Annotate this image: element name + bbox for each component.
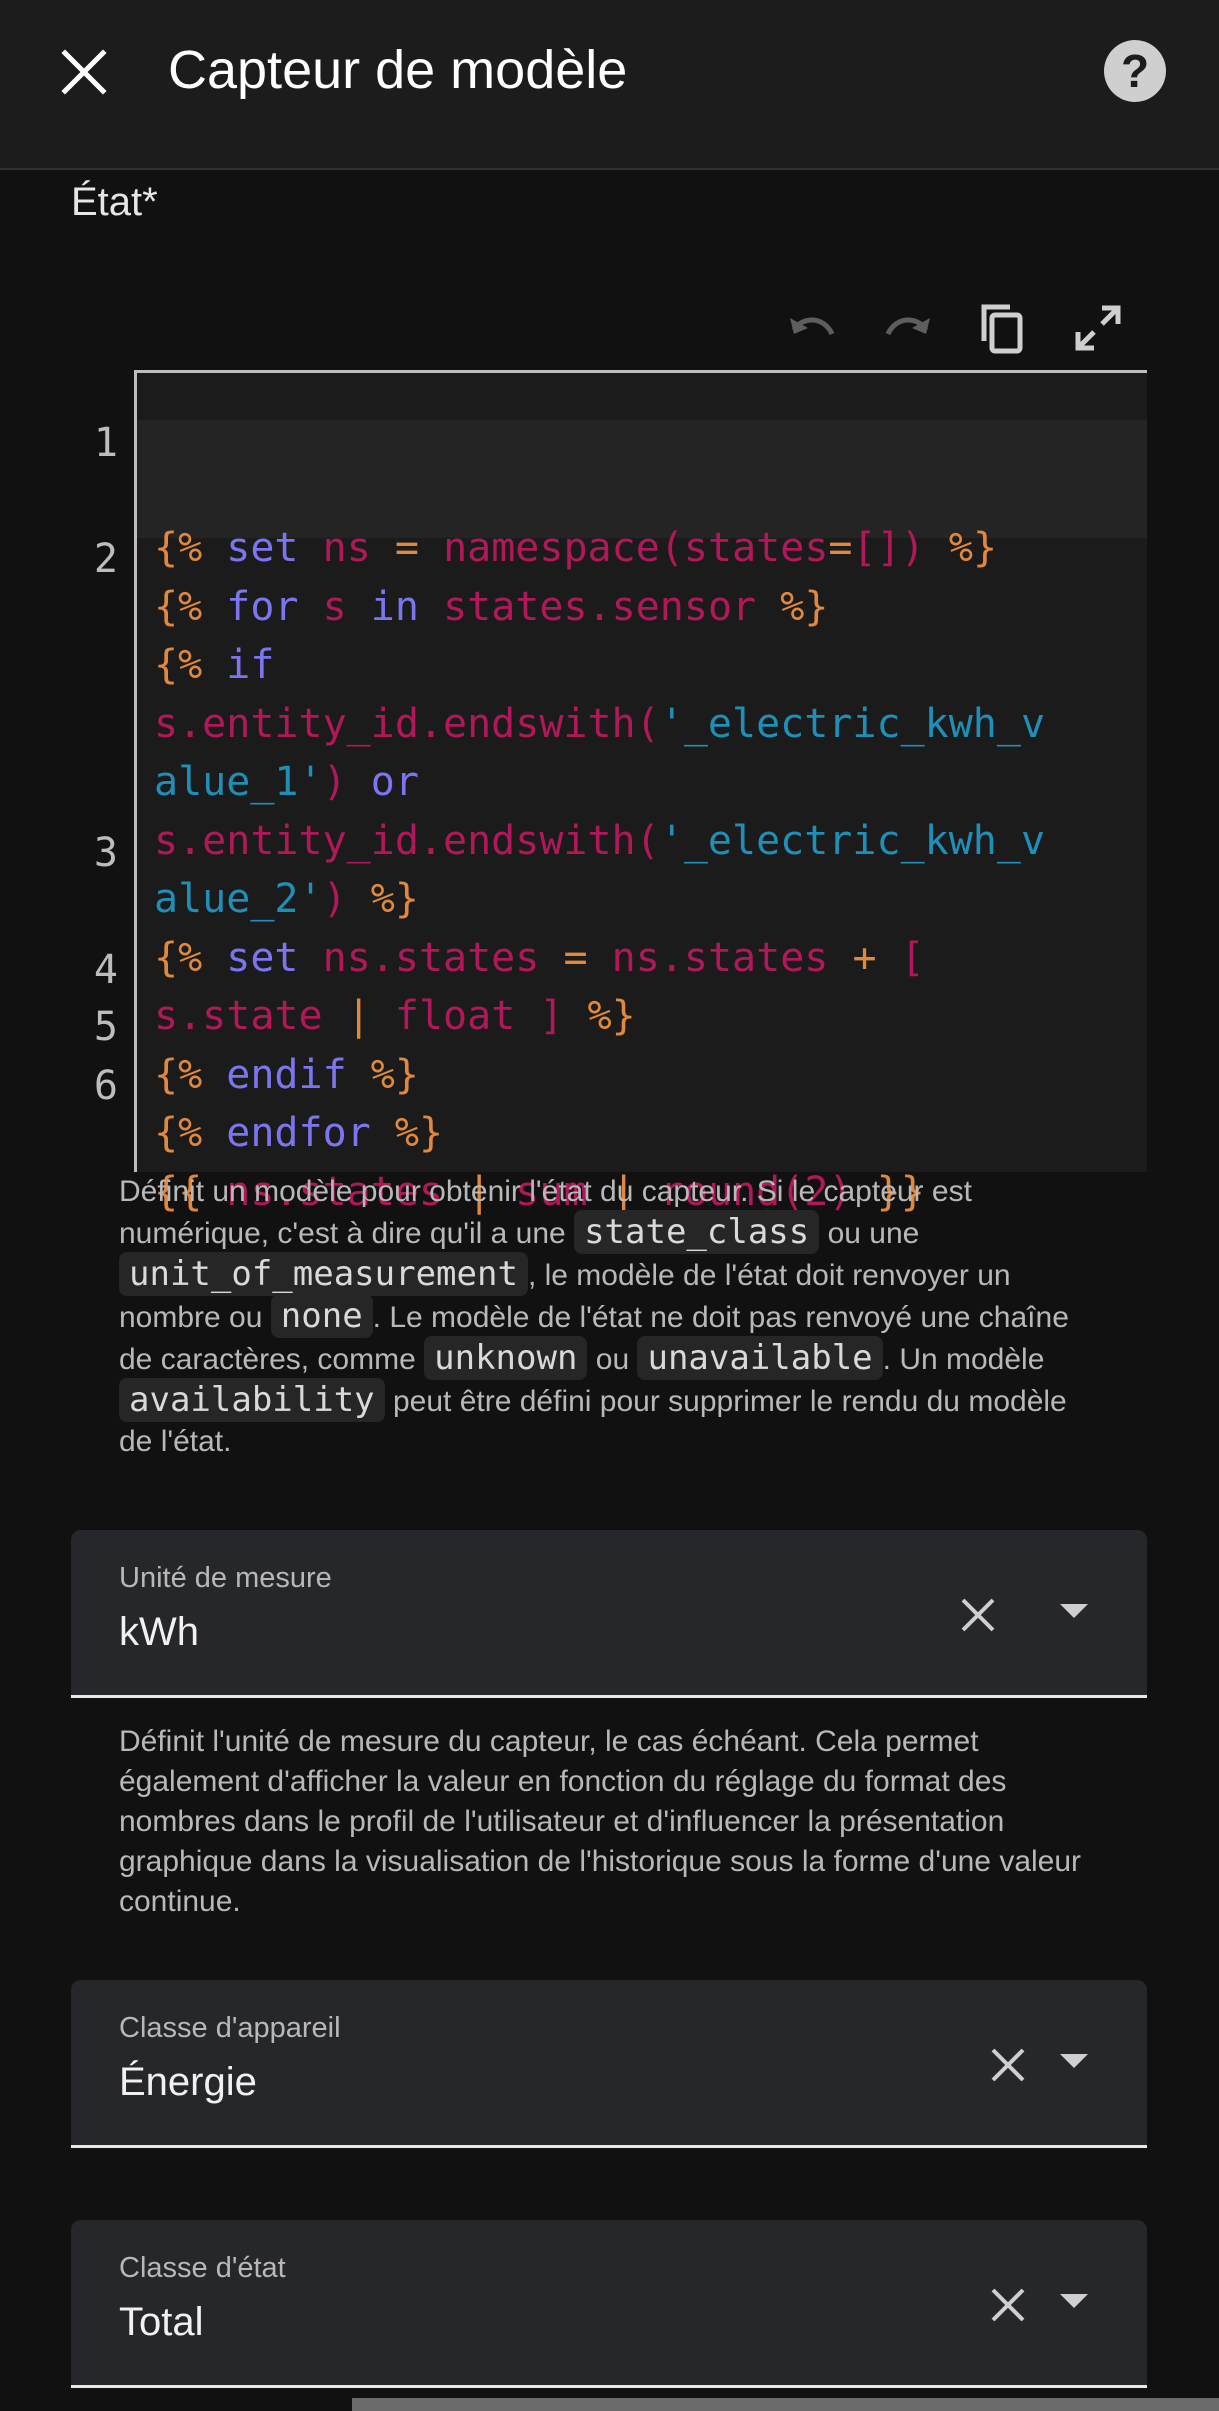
page-title: Capteur de modèle [168, 40, 628, 100]
redo-button[interactable] [876, 296, 940, 360]
clear-icon [991, 2288, 1025, 2322]
state-helper-text: Définit un modèle pour obtenir l'état du… [119, 1172, 1099, 1462]
code-line: alue_1') or [154, 759, 419, 805]
horizontal-scrollbar[interactable] [352, 2398, 1219, 2411]
code-line: {% endfor %} [154, 1110, 444, 1156]
line-number: 4 [93, 947, 118, 993]
code-line: {% set ns = namespace(states=[]) %} [154, 525, 998, 571]
code-line: s.entity_id.endswith('_electric_kwh_v [154, 817, 1046, 864]
code-token: unknown [424, 1336, 588, 1380]
editor-toolbar [0, 296, 1219, 362]
code-line: {% if [154, 642, 275, 688]
code-token: none [270, 1294, 373, 1338]
line-number: 3 [93, 830, 118, 876]
state-field-label: État* [71, 180, 158, 224]
clear-button[interactable] [983, 2280, 1033, 2330]
code-token: availability [119, 1378, 385, 1422]
code-line: {% set ns.states = ns.states + [ [154, 934, 925, 981]
fullscreen-icon [1075, 305, 1121, 351]
undo-icon [790, 317, 835, 336]
code-line: {% for s in states.sensor %} [154, 583, 829, 630]
code-token: unit_of_measurement [119, 1252, 528, 1296]
clear-icon [961, 1598, 995, 1632]
dropdown-arrow-icon[interactable] [1060, 2054, 1088, 2068]
copy-icon [981, 304, 1023, 354]
dropdown-arrow-icon[interactable] [1060, 1604, 1088, 1618]
close-icon [61, 49, 107, 95]
code-line: s.state | float ] %} [154, 993, 636, 1039]
unit-of-measurement-select[interactable]: Unité de mesure kWh [71, 1530, 1147, 1698]
close-button[interactable] [52, 40, 116, 104]
device-class-select[interactable]: Classe d'appareil Énergie [71, 1980, 1147, 2148]
field-label: Unité de mesure [119, 1562, 332, 1594]
field-value: kWh [119, 1610, 199, 1654]
fullscreen-button[interactable] [1066, 296, 1130, 360]
line-number: 6 [93, 1063, 118, 1109]
dropdown-arrow-icon[interactable] [1060, 2294, 1088, 2308]
helper-text: . Un modèle [882, 1343, 1045, 1376]
clear-icon [991, 2048, 1025, 2082]
field-value: Total [119, 2300, 204, 2344]
field-label: Classe d'état [119, 2252, 286, 2284]
code-line: alue_2') %} [154, 876, 419, 922]
code-line: s.entity_id.endswith('_electric_kwh_v [154, 700, 1046, 747]
line-number: 1 [93, 420, 118, 466]
field-value: Énergie [119, 2060, 257, 2104]
help-button[interactable]: ? [1104, 40, 1166, 102]
code-token: state_class [574, 1210, 820, 1254]
clear-button[interactable] [953, 1590, 1003, 1640]
undo-button[interactable] [780, 296, 844, 360]
unit-helper-text: Définit l'unité de mesure du capteur, le… [119, 1725, 1082, 1918]
redo-icon [885, 317, 930, 336]
code-token: unavailable [637, 1336, 883, 1380]
field-label: Classe d'appareil [119, 2012, 341, 2044]
clear-button[interactable] [983, 2040, 1033, 2090]
line-number: 5 [93, 1004, 118, 1050]
copy-button[interactable] [970, 296, 1034, 360]
helper-text: ou [595, 1343, 630, 1376]
line-number: 2 [93, 536, 118, 582]
code-content[interactable]: {% set ns = namespace(states=[]) %} {% fo… [154, 402, 1144, 1280]
helper-text: ou une [827, 1217, 920, 1250]
help-icon: ? [1120, 45, 1150, 97]
code-line: {% endif %} [154, 1051, 419, 1098]
state-class-select[interactable]: Classe d'état Total [71, 2220, 1147, 2388]
top-app-bar: Capteur de modèle ? [0, 0, 1219, 170]
